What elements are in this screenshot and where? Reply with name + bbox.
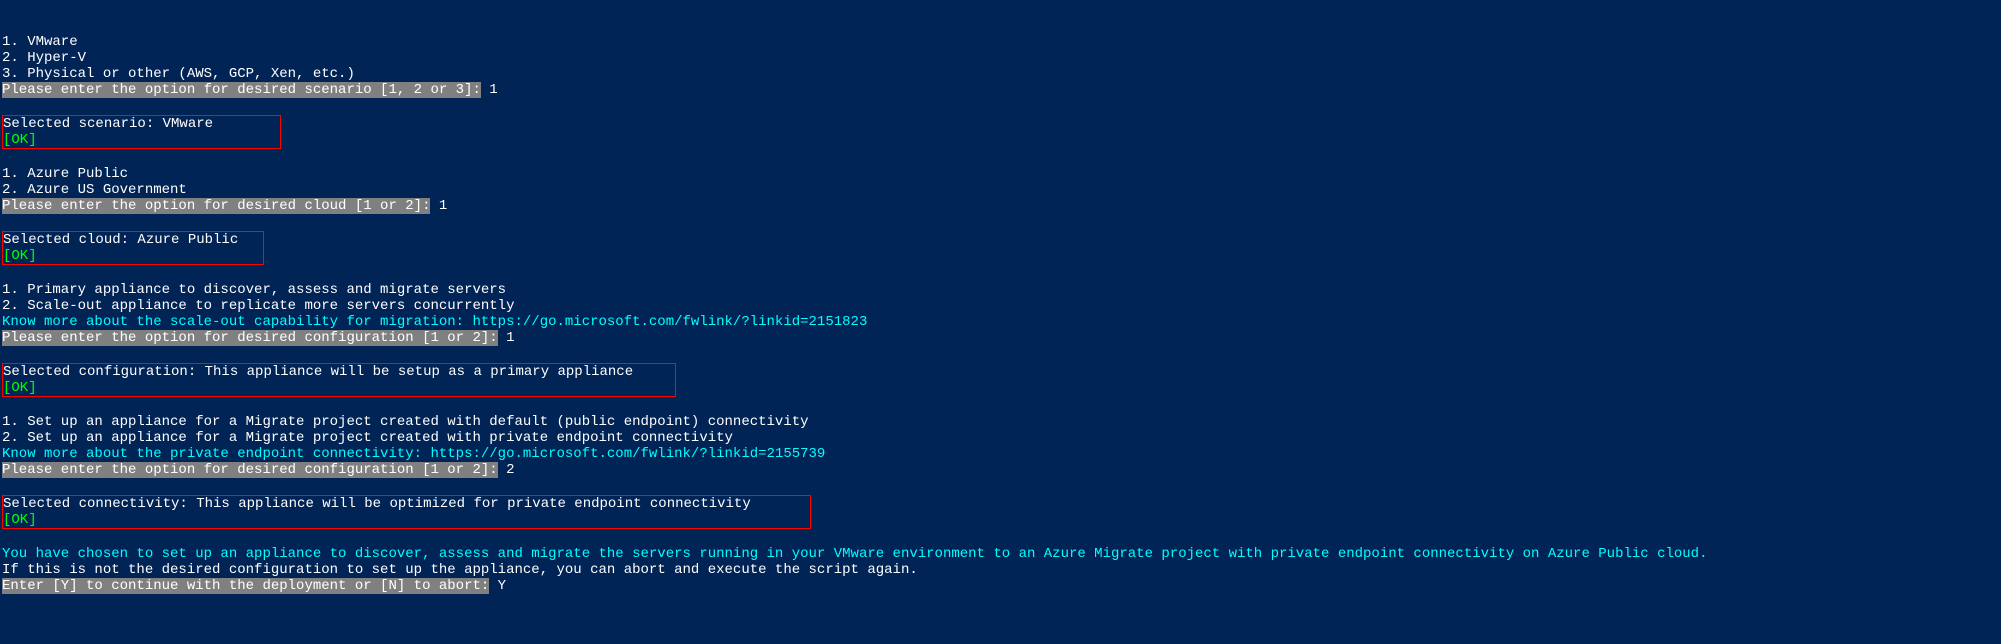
config-option-1: 1. Primary appliance to discover, assess…	[2, 282, 506, 298]
connectivity-prompt: Please enter the option for desired conf…	[2, 462, 498, 478]
scenario-prompt: Please enter the option for desired scen…	[2, 82, 481, 98]
cloud-input: 1	[430, 198, 447, 214]
continue-prompt: Enter [Y] to continue with the deploymen…	[2, 578, 489, 594]
scaleout-link: Know more about the scale-out capability…	[2, 314, 867, 330]
connectivity-option-1: 1. Set up an appliance for a Migrate pro…	[2, 414, 809, 430]
config-option-2: 2. Scale-out appliance to replicate more…	[2, 298, 514, 314]
connectivity-option-2: 2. Set up an appliance for a Migrate pro…	[2, 430, 733, 446]
scenario-option-1: 1. VMware	[2, 34, 78, 50]
scenario-option-3: 3. Physical or other (AWS, GCP, Xen, etc…	[2, 66, 355, 82]
summary-line-1: You have chosen to set up an appliance t…	[2, 546, 1707, 562]
connectivity-input: 2	[498, 462, 515, 478]
continue-input: Y	[489, 578, 506, 594]
ok-status: [OK]	[3, 132, 37, 148]
connectivity-selected: Selected connectivity: This appliance wi…	[3, 496, 751, 512]
ok-status: [OK]	[3, 380, 37, 396]
connectivity-selection-box: Selected connectivity: This appliance wi…	[2, 495, 811, 529]
private-endpoint-link: Know more about the private endpoint con…	[2, 446, 825, 462]
scenario-option-2: 2. Hyper-V	[2, 50, 86, 66]
config-input: 1	[498, 330, 515, 346]
scenario-selection-box: Selected scenario: VMware [OK]	[2, 115, 281, 149]
cloud-selection-box: Selected cloud: Azure Public [OK]	[2, 231, 264, 265]
config-selected: Selected configuration: This appliance w…	[3, 364, 633, 380]
config-selection-box: Selected configuration: This appliance w…	[2, 363, 676, 397]
summary-line-2: If this is not the desired configuration…	[2, 562, 918, 578]
scenario-selected: Selected scenario: VMware	[3, 116, 213, 132]
cloud-prompt: Please enter the option for desired clou…	[2, 198, 430, 214]
scenario-input: 1	[481, 82, 498, 98]
cloud-selected: Selected cloud: Azure Public	[3, 232, 238, 248]
cloud-option-2: 2. Azure US Government	[2, 182, 187, 198]
ok-status: [OK]	[3, 248, 37, 264]
ok-status: [OK]	[3, 512, 37, 528]
config-prompt: Please enter the option for desired conf…	[2, 330, 498, 346]
cloud-option-1: 1. Azure Public	[2, 166, 128, 182]
terminal-output[interactable]: 1. VMware 2. Hyper-V 3. Physical or othe…	[2, 34, 1999, 594]
